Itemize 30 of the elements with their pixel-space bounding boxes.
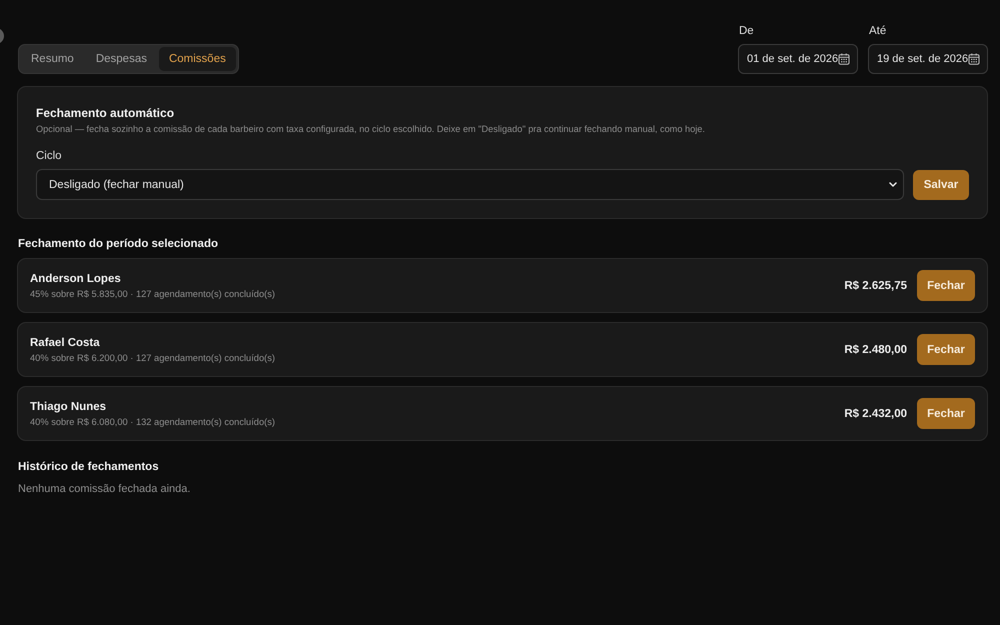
field-label: Ciclo bbox=[36, 149, 63, 163]
commission-amount: R$ 2.432,00 bbox=[844, 408, 907, 420]
date-label: De bbox=[738, 25, 755, 38]
chevron-down-icon bbox=[889, 182, 897, 187]
date-field[interactable]: 01 de set. de 2026 bbox=[738, 44, 858, 74]
close-button[interactable]: Fechar bbox=[917, 398, 975, 429]
commission-amount: R$ 2.625,75 bbox=[844, 280, 907, 292]
barber-name: Anderson Lopes bbox=[30, 272, 122, 286]
calendar-icon bbox=[838, 53, 850, 65]
date-label: Até bbox=[868, 25, 888, 38]
empty-message: Nenhuma comissão fechada ainda. bbox=[18, 483, 192, 496]
tab[interactable]: Resumo bbox=[21, 47, 84, 71]
save-button[interactable]: Salvar bbox=[913, 170, 969, 200]
calendar-icon bbox=[968, 53, 980, 65]
commission-detail: 40% sobre R$ 6.200,00 · 127 agendamento(s) concluído(s) bbox=[30, 352, 275, 364]
close-button[interactable]: Fechar bbox=[917, 270, 975, 301]
close-button[interactable]: Fechar bbox=[917, 334, 975, 365]
section-title: Fechamento do período selecionado bbox=[18, 237, 220, 251]
commission-detail: 45% sobre R$ 5.835,00 · 127 agendamento(s) concluído(s) bbox=[30, 288, 275, 300]
section-title: Histórico de fechamentos bbox=[18, 460, 160, 474]
commission-detail: 40% sobre R$ 6.080,00 · 132 agendamento(s) concluído(s) bbox=[30, 416, 275, 428]
commission-amount: R$ 2.480,00 bbox=[844, 344, 907, 356]
tab[interactable]: Comissões bbox=[158, 47, 236, 71]
card-description: Opcional — fecha sozinho a comissão de cada barbeiro com taxa configurada, no ciclo escolhido. Deixe em "Desligado" pra continuar fechando manual, como hoje. bbox=[36, 123, 706, 135]
date-field[interactable]: 19 de set. de 2026 bbox=[868, 44, 988, 74]
barber-name: Rafael Costa bbox=[30, 336, 101, 350]
tab[interactable]: Despesas bbox=[86, 47, 157, 71]
cycle-select[interactable]: Desligado (fechar manual) bbox=[36, 169, 904, 200]
barber-name: Thiago Nunes bbox=[30, 400, 108, 414]
card-title: Fechamento automático bbox=[36, 106, 176, 120]
